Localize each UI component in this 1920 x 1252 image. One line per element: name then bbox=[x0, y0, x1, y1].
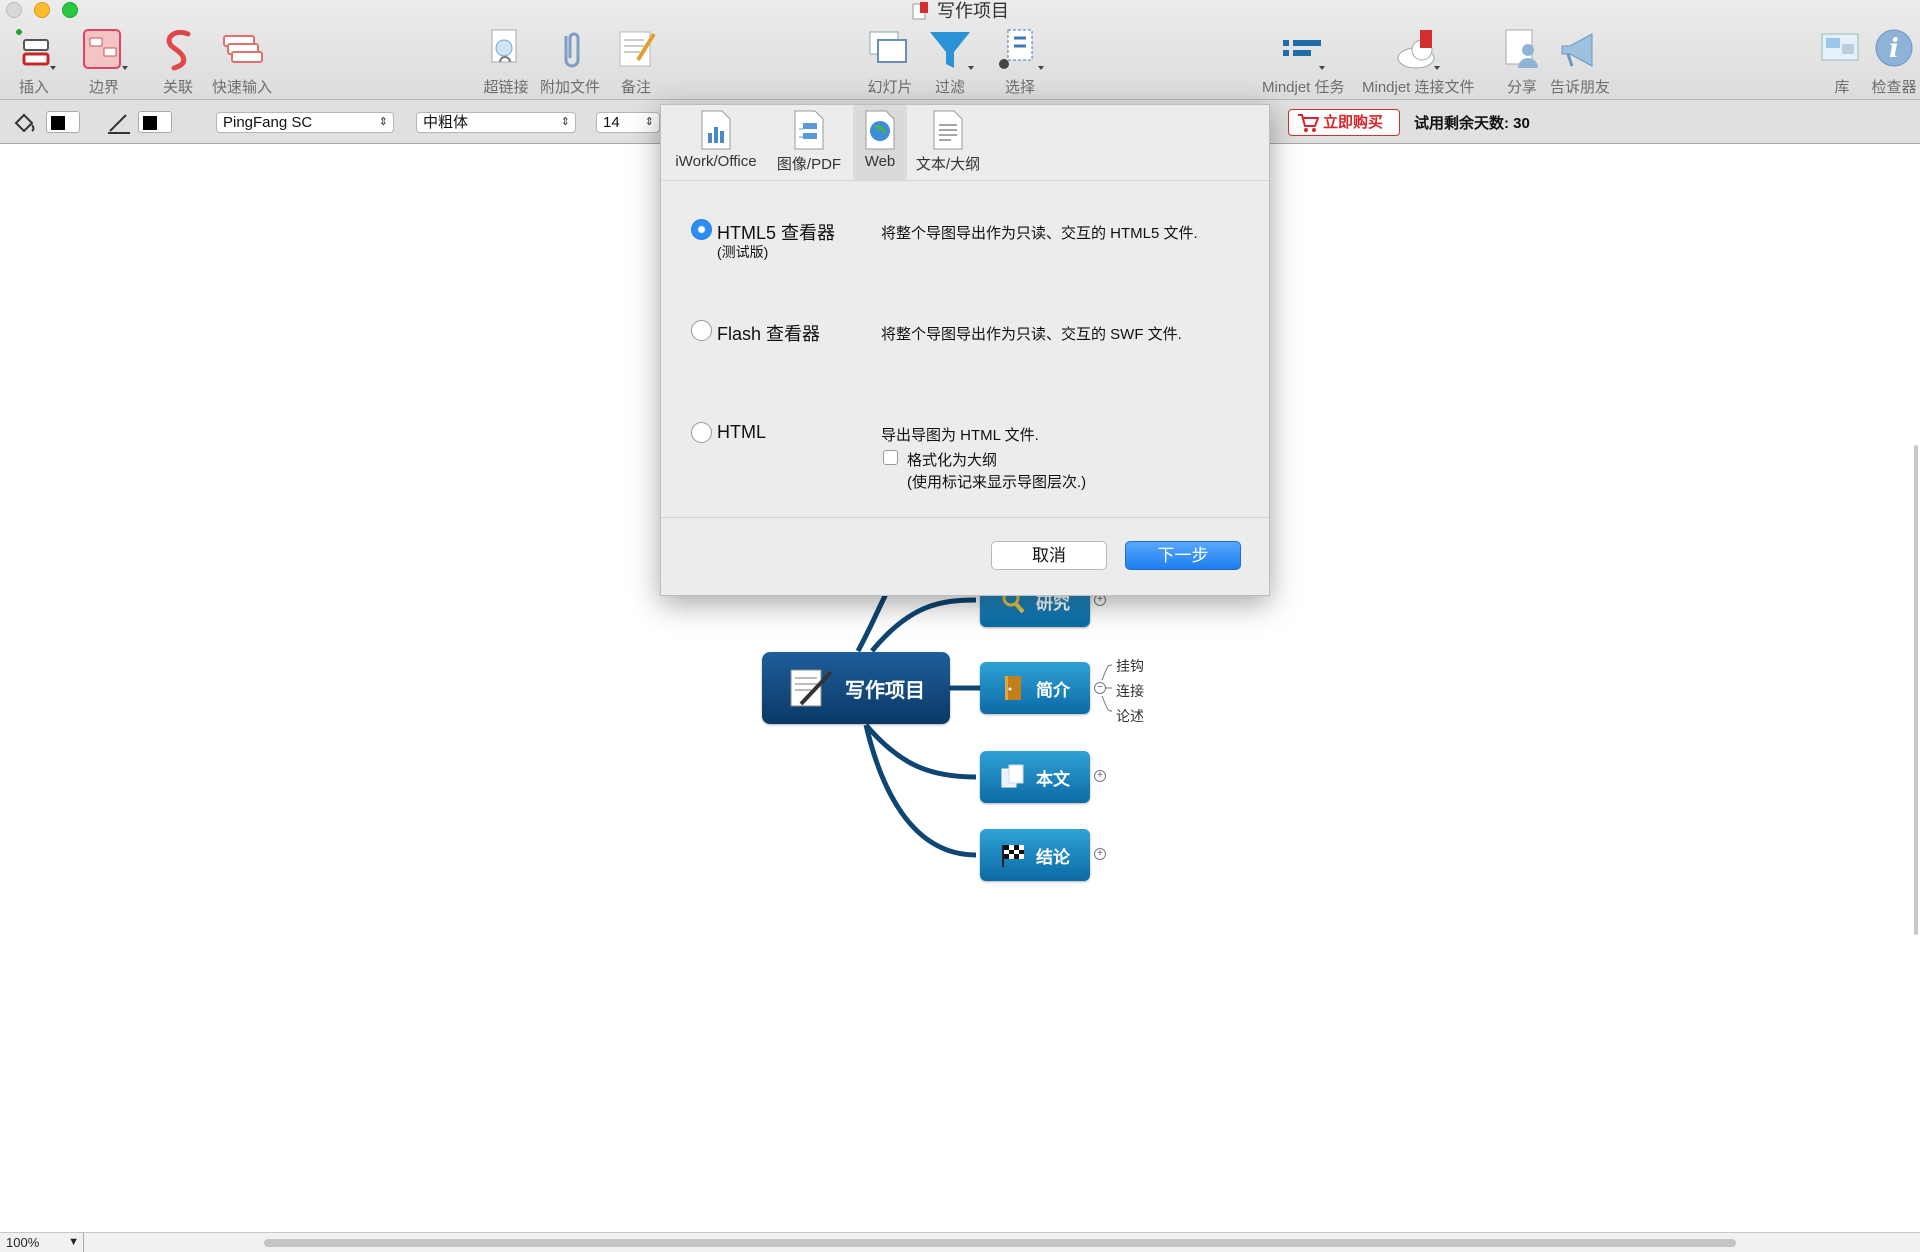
option-html5-sublabel: (测试版) bbox=[717, 244, 769, 260]
vertical-scrollbar[interactable] bbox=[1914, 445, 1918, 935]
collapse-toggle-intro[interactable]: − bbox=[1094, 682, 1106, 694]
zoom-select[interactable]: 100% ▼ bbox=[0, 1233, 84, 1252]
tab-text-outline[interactable]: 文本/大纲 bbox=[909, 105, 987, 180]
image-document-icon bbox=[794, 110, 824, 150]
hyperlink-icon bbox=[491, 29, 517, 63]
slides-icon bbox=[869, 31, 907, 63]
central-topic[interactable]: 写作项目 bbox=[762, 652, 950, 724]
insert-button[interactable]: 插入 bbox=[10, 26, 58, 97]
outline-checkbox-label: 格式化为大纲 bbox=[907, 452, 998, 469]
library-button[interactable]: 库 bbox=[1818, 26, 1866, 97]
share-button[interactable]: 分享 bbox=[1498, 26, 1546, 97]
expand-toggle-body[interactable]: + bbox=[1094, 770, 1106, 782]
subtopic-thesis[interactable]: 论述 bbox=[1116, 706, 1144, 726]
boundary-button[interactable]: 边界 bbox=[80, 26, 128, 97]
topic-body[interactable]: 本文 bbox=[980, 751, 1090, 803]
option-html5-description: 将整个导图导出作为只读、交互的 HTML5 文件. bbox=[881, 225, 1198, 242]
filter-funnel-icon bbox=[930, 32, 974, 70]
inspector-button[interactable]: i 检查器 bbox=[1870, 26, 1918, 97]
insert-topic-icon bbox=[16, 29, 56, 70]
documents-icon bbox=[1001, 764, 1024, 788]
boundary-icon bbox=[83, 29, 128, 70]
trial-days-label: 试用剩余天数: 30 bbox=[1414, 115, 1530, 132]
fill-bucket-icon[interactable] bbox=[12, 111, 38, 135]
globe-document-icon bbox=[865, 110, 895, 150]
megaphone-icon bbox=[1561, 33, 1593, 67]
subtopic-connection[interactable]: 连接 bbox=[1116, 681, 1144, 701]
cloud-icon bbox=[1397, 30, 1441, 70]
option-html-label: HTML bbox=[717, 422, 766, 442]
option-html-description: 导出导图为 HTML 文件. bbox=[881, 427, 1039, 444]
share-person-icon bbox=[1505, 29, 1538, 68]
window-title: 写作项目 bbox=[0, 0, 1920, 22]
notes-icon bbox=[619, 31, 656, 67]
window-toolbar: 写作项目 插入 边界 关联 快速输入 超链接 附加文件 备注 幻灯片 过滤 选择 bbox=[0, 0, 1920, 100]
dropdown-arrow-icon: ▼ bbox=[68, 1236, 79, 1248]
checkered-flag-icon bbox=[1002, 845, 1024, 867]
next-button[interactable]: 下一步 bbox=[1125, 541, 1241, 570]
attachment-button[interactable]: 附加文件 bbox=[540, 26, 600, 97]
filter-button[interactable]: 过滤 bbox=[926, 26, 974, 97]
topic-intro[interactable]: 简介 bbox=[980, 662, 1090, 714]
font-weight-select[interactable]: 中粗体 ⇕ bbox=[416, 112, 576, 133]
horizontal-scrollbar[interactable] bbox=[264, 1239, 1736, 1247]
tasks-icon bbox=[1283, 40, 1326, 70]
library-icon bbox=[1821, 33, 1859, 61]
cancel-button[interactable]: 取消 bbox=[991, 541, 1107, 570]
topic-conclusion[interactable]: 结论 bbox=[980, 829, 1090, 881]
slides-button[interactable]: 幻灯片 bbox=[866, 26, 914, 97]
writing-pen-icon bbox=[790, 669, 833, 707]
office-document-icon bbox=[701, 110, 731, 150]
updown-icon: ⇕ bbox=[644, 116, 654, 128]
line-color-swatch[interactable] bbox=[138, 111, 172, 133]
radio-flash-viewer[interactable] bbox=[691, 320, 712, 341]
mindjet-connect-button[interactable]: Mindjet 连接文件 bbox=[1362, 26, 1475, 97]
text-document-icon bbox=[933, 110, 963, 150]
subtopic-hook[interactable]: 挂钩 bbox=[1116, 656, 1144, 676]
radio-html5-viewer[interactable] bbox=[691, 219, 712, 240]
updown-icon: ⇕ bbox=[560, 116, 570, 128]
export-dialog: iWork/Office 图像/PDF Web 文本/大纲 HTML5 查看器 … bbox=[660, 104, 1270, 596]
outline-checkbox[interactable] bbox=[883, 450, 898, 465]
outline-checkbox-note: (使用标记来显示导图层次.) bbox=[907, 474, 1087, 491]
tab-web[interactable]: Web bbox=[853, 105, 907, 180]
hyperlink-button[interactable]: 超链接 bbox=[482, 26, 530, 97]
relationship-button[interactable]: 关联 bbox=[154, 26, 202, 97]
tell-friends-button[interactable]: 告诉朋友 bbox=[1550, 26, 1610, 97]
quick-entry-icon bbox=[223, 35, 263, 63]
option-flash-label: Flash 查看器 bbox=[717, 324, 821, 344]
updown-icon: ⇕ bbox=[378, 116, 388, 128]
expand-toggle-conclusion[interactable]: + bbox=[1094, 848, 1106, 860]
buy-now-button[interactable]: 立即购买 bbox=[1288, 109, 1400, 136]
tab-image-pdf[interactable]: 图像/PDF bbox=[767, 105, 851, 180]
mindjet-tasks-button[interactable]: Mindjet 任务 bbox=[1262, 26, 1345, 97]
paperclip-icon bbox=[564, 32, 580, 68]
font-family-select[interactable]: PingFang SC ⇕ bbox=[216, 112, 394, 133]
fill-color-swatch[interactable] bbox=[46, 111, 80, 133]
shopping-cart-icon bbox=[1298, 114, 1319, 132]
dialog-divider bbox=[661, 517, 1269, 518]
relationship-icon bbox=[166, 30, 191, 71]
info-icon: i bbox=[1875, 29, 1913, 67]
svg-text:i: i bbox=[1889, 34, 1899, 64]
tab-iwork-office[interactable]: iWork/Office bbox=[669, 105, 763, 180]
document-icon bbox=[912, 2, 928, 20]
font-size-select[interactable]: 14 ⇕ bbox=[596, 112, 660, 133]
quick-entry-button[interactable]: 快速输入 bbox=[212, 26, 272, 97]
option-flash-description: 将整个导图导出作为只读、交互的 SWF 文件. bbox=[881, 326, 1182, 343]
notes-button[interactable]: 备注 bbox=[612, 26, 660, 97]
radio-html[interactable] bbox=[691, 422, 712, 443]
select-button[interactable]: 选择 bbox=[996, 26, 1044, 97]
status-bar: 100% ▼ bbox=[0, 1232, 1920, 1252]
select-icon bbox=[999, 29, 1044, 70]
line-pen-icon[interactable] bbox=[106, 111, 132, 135]
door-icon bbox=[1005, 676, 1021, 700]
